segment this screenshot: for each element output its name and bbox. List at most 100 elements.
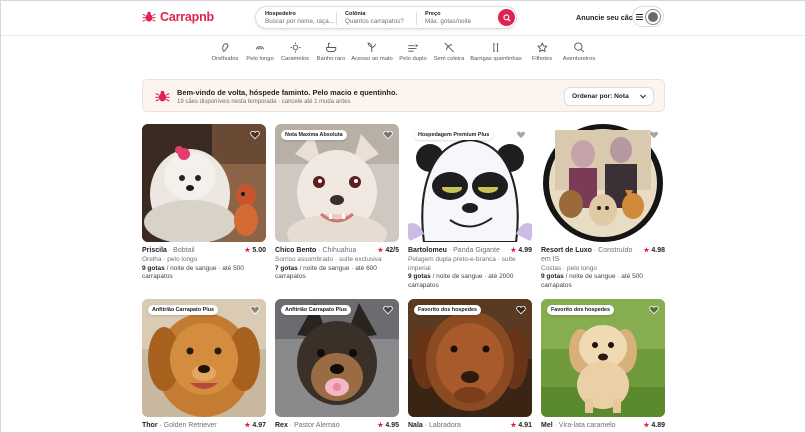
heart-icon[interactable]	[250, 305, 260, 315]
category-item[interactable]: Sem coleira	[433, 42, 465, 62]
rating-value: 4.97	[252, 422, 266, 429]
listing-name: Mel	[541, 422, 553, 429]
listing-rating: ★ 4.98	[644, 247, 665, 256]
search-button[interactable]	[498, 9, 515, 26]
listing-photo[interactable]	[142, 124, 266, 242]
heart-icon[interactable]	[649, 305, 659, 315]
category-item[interactable]: Acesso ao mato	[351, 42, 393, 62]
category-label: Banho raro	[316, 56, 346, 62]
ear-icon	[222, 43, 229, 52]
listing-card[interactable]: Anfitrião Carrapato Plus Rex · Pastor Al…	[275, 299, 399, 431]
search-icon	[502, 13, 511, 22]
listing-card[interactable]: Nota Maxima Absoluta Chico Bento · Chihu…	[275, 124, 399, 282]
listing-name: Bartolomeu	[408, 247, 447, 254]
star-icon: ★	[643, 247, 650, 254]
listing-price: 7 gotas / noite de sangue · até 600 carr…	[275, 265, 399, 283]
search-divider	[336, 12, 337, 25]
category-label: Acesso ao mato	[351, 56, 393, 62]
rating-value: 5.00	[252, 247, 266, 254]
category-item[interactable]: Filhotes	[532, 42, 552, 62]
category-item[interactable]: Pelo longo	[246, 42, 274, 62]
tick-logo-icon	[142, 11, 156, 22]
no-collar-icon	[444, 42, 454, 53]
search-segment-label: Colônia	[345, 11, 366, 17]
heart-icon[interactable]	[383, 305, 393, 315]
tick-icon	[155, 90, 170, 102]
listing-description: Orelha · pelo longo	[142, 255, 198, 263]
listing-card[interactable]: Favorito dos hospedes Nala · Labradora ★…	[408, 299, 532, 431]
listing-photo[interactable]: Hospedagem Premium Plus	[408, 124, 532, 242]
sprout-icon	[367, 42, 377, 53]
category-item[interactable]: Barrigas quentinhas	[470, 42, 522, 62]
heart-icon[interactable]	[383, 130, 393, 140]
category-item[interactable]: Caramelos	[281, 42, 309, 62]
listing-photo[interactable]: Anfitrião Carrapato Plus	[142, 299, 266, 417]
search-segment-colony[interactable]: Colônia Quantos carrapatos?	[345, 11, 404, 25]
price-amount: 7 gotas	[275, 264, 298, 272]
category-item[interactable]: Aventureiros	[563, 42, 595, 62]
heart-icon[interactable]	[649, 130, 659, 140]
dog-photo-pacifier	[275, 299, 399, 417]
category-item[interactable]: Orelhudos	[212, 42, 238, 62]
listing-photo[interactable]: Nota Maxima Absoluta	[275, 124, 399, 242]
long-hair-icon	[255, 46, 265, 50]
search-segment-placeholder: Buscar por nome, raça...	[265, 18, 334, 25]
listing-card[interactable]: Anfitrião Carrapato Plus Thor · Golden R…	[142, 299, 266, 431]
rating-value: 4.89	[651, 422, 665, 429]
listing-rating: ★ 4.97	[245, 422, 266, 431]
search-segment-host[interactable]: Hospedeiro Buscar por nome, raça...	[265, 11, 334, 25]
listing-card[interactable]: Hospedagem Premium Plus Bartolomeu · Pan…	[408, 124, 532, 291]
listing-badge: Anfitrião Carrapato Plus	[281, 305, 352, 315]
layers-icon	[408, 44, 419, 52]
star-icon: ★	[510, 247, 517, 254]
listing-name: Priscila	[142, 247, 167, 254]
heart-icon[interactable]	[516, 305, 526, 315]
top-header: Carrapnb Hospedeiro Buscar por nome, raç…	[1, 1, 805, 36]
listing-card[interactable]: Priscila · Bobtail ★ 5.00 Orelha · pelo l…	[142, 124, 266, 282]
host-link[interactable]: Anuncie seu cão	[576, 13, 633, 22]
listing-badge: Nota Maxima Absoluta	[281, 130, 347, 140]
listing-photo[interactable]	[541, 124, 665, 242]
listing-description: Sorriso assombrado · suíte exclusiva	[275, 255, 382, 263]
search-segment-price[interactable]: Preço Máx. gotas/noite	[425, 11, 471, 25]
listing-name: Chico Bento	[275, 247, 317, 254]
listing-breed: · Panda Gigante	[448, 247, 500, 254]
chevron-down-icon	[640, 94, 646, 99]
listing-card[interactable]: Resort de Luxo · Construído em IS ★ 4.98 …	[541, 124, 665, 291]
listing-name: Nala	[408, 422, 423, 429]
search-bar[interactable]: Hospedeiro Buscar por nome, raça... Colô…	[255, 6, 517, 29]
sun-icon	[289, 42, 301, 53]
panda-cartoon-photo	[408, 124, 532, 242]
listing-card[interactable]: Favorito dos hospedes Mel · Vira-lata ca…	[541, 299, 665, 431]
listing-rating: ★ 4.91	[511, 422, 532, 431]
category-label: Sem coleira	[433, 56, 465, 62]
sort-select[interactable]: Ordenar por: Nota	[564, 87, 654, 106]
search-segment-label: Hospedeiro	[265, 11, 296, 17]
category-item[interactable]: Banho raro	[316, 42, 346, 62]
star-icon: ★	[244, 422, 251, 429]
category-item[interactable]: Pelo duplo	[399, 42, 427, 62]
rating-value: 4.98	[651, 247, 665, 254]
listing-breed: · Bobtail	[168, 247, 195, 254]
brand-name: Carrapnb	[160, 10, 214, 24]
listing-info: Nala · Labradora ★ 4.91	[408, 422, 532, 431]
listing-description: Pelagem dupla preto-e-branca · suíte imp…	[408, 255, 516, 272]
family-with-dogs-photo	[541, 124, 665, 242]
listing-photo[interactable]: Favorito dos hospedes	[541, 299, 665, 417]
heart-icon[interactable]	[250, 130, 260, 140]
listing-name: Thor	[142, 422, 158, 429]
listing-info: Thor · Golden Retriever ★ 4.97	[142, 422, 266, 431]
logo[interactable]: Carrapnb	[142, 10, 214, 24]
rating-value: 4.95	[385, 422, 399, 429]
listing-info: Chico Bento · Chihuahua ★ 42/5 Sorriso as…	[275, 247, 399, 282]
heart-icon[interactable]	[516, 130, 526, 140]
hamburger-icon	[636, 13, 644, 20]
listing-breed: · Golden Retriever	[159, 422, 217, 429]
category-label: Pelo duplo	[399, 56, 427, 62]
listing-badge: Hospedagem Premium Plus	[414, 130, 494, 140]
profile-menu-button[interactable]	[632, 6, 664, 27]
listing-photo[interactable]: Favorito dos hospedes	[408, 299, 532, 417]
listing-info: Rex · Pastor Alemao ★ 4.95	[275, 422, 399, 431]
listing-photo[interactable]: Anfitrião Carrapato Plus	[275, 299, 399, 417]
listing-rating: ★ 4.99	[511, 247, 532, 256]
